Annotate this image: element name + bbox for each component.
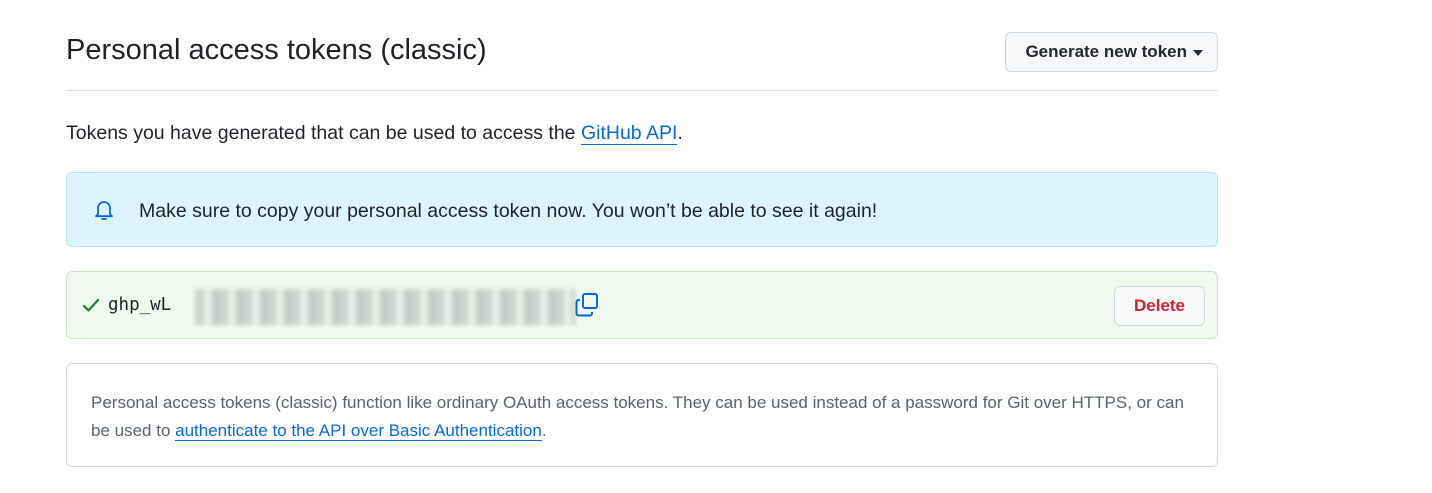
check-icon [82, 298, 100, 312]
page-title: Personal access tokens (classic) [66, 34, 487, 66]
generate-new-token-button[interactable]: Generate new token [1005, 32, 1218, 72]
info-text-end: . [541, 420, 547, 440]
delete-token-button[interactable]: Delete [1114, 286, 1205, 326]
copy-token-message: Make sure to copy your personal access t… [139, 200, 878, 222]
page: Personal access tokens (classic) Generat… [0, 0, 1432, 493]
new-token-row: ghp_wL Delete [66, 271, 1218, 339]
tokens-description: Tokens you have generated that can be us… [66, 119, 683, 147]
github-api-link[interactable]: GitHub API [580, 122, 678, 145]
tokens-description-end: . [677, 122, 683, 144]
classic-tokens-info-text: Personal access tokens (classic) functio… [91, 389, 1201, 444]
generate-new-token-label: Generate new token [1025, 42, 1187, 61]
bell-icon [95, 201, 113, 220]
copy-icon[interactable] [574, 292, 600, 318]
basic-auth-link[interactable]: authenticate to the API over Basic Authe… [175, 420, 542, 441]
page-header: Personal access tokens (classic) Generat… [66, 26, 1218, 91]
token-value: ghp_wL [108, 295, 172, 315]
tokens-description-text: Tokens you have generated that can be us… [66, 122, 581, 144]
token-redaction [195, 289, 575, 325]
classic-tokens-info-box: Personal access tokens (classic) functio… [66, 363, 1218, 467]
copy-token-notice: Make sure to copy your personal access t… [66, 172, 1218, 247]
caret-down-icon [1193, 50, 1203, 56]
